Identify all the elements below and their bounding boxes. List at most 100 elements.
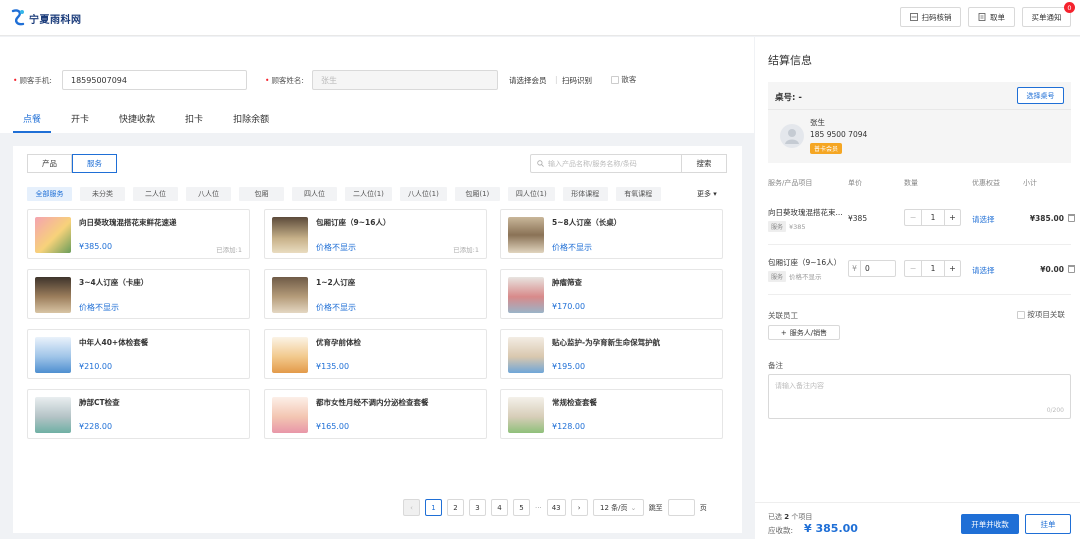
- product-price: ¥385.00: [79, 242, 113, 251]
- product-card[interactable]: 3~4人订座（卡座） 价格不显示: [27, 269, 250, 319]
- page-2[interactable]: 2: [447, 499, 464, 516]
- search-icon: [537, 160, 544, 167]
- page-4[interactable]: 4: [491, 499, 508, 516]
- quantity-value[interactable]: 1: [922, 210, 944, 225]
- note-textarea[interactable]: 请输入备注内容 0/200: [768, 374, 1071, 419]
- notify-count-badge: 0: [1064, 2, 1075, 13]
- name-input[interactable]: 张生: [312, 70, 498, 90]
- page-ellipsis[interactable]: ···: [535, 504, 542, 512]
- chip-8p[interactable]: 八人位: [186, 187, 231, 201]
- separator: |: [555, 75, 558, 84]
- brand-name: 宁夏雨科网: [29, 14, 82, 26]
- page-5[interactable]: 5: [513, 499, 530, 516]
- more-categories[interactable]: 更多 ▾: [697, 189, 717, 199]
- price-input[interactable]: ¥ 0: [848, 260, 896, 277]
- quantity-value[interactable]: 1: [922, 261, 944, 276]
- plus-button[interactable]: +: [944, 210, 960, 225]
- product-image: [35, 337, 71, 373]
- order-area: • 顾客手机: 18595007094 • 顾客姓名: 张生 请选择会员 | 扫码识…: [0, 37, 754, 539]
- seg-service[interactable]: 服务: [72, 154, 117, 173]
- scan-identify-link[interactable]: 扫码识别: [562, 75, 592, 86]
- chip-4p[interactable]: 四人位: [292, 187, 337, 201]
- catalog-search-input[interactable]: 输入产品名称/服务名称/条码: [530, 154, 682, 173]
- product-card[interactable]: 贴心监护-为孕育新生命保驾护航 ¥195.00: [500, 329, 723, 379]
- discount-select[interactable]: 请选择: [972, 214, 995, 225]
- minus-button[interactable]: −: [905, 261, 922, 276]
- type-segment: 产品 服务: [27, 154, 117, 173]
- product-card[interactable]: 5~8人订座（长桌） 价格不显示: [500, 209, 723, 259]
- chip-2p-1[interactable]: 二人位(1): [345, 187, 392, 201]
- quantity-stepper[interactable]: − 1 +: [904, 209, 961, 226]
- add-staff-button[interactable]: + 服务人/销售: [768, 325, 840, 340]
- added-count: 已添加:1: [453, 246, 479, 254]
- product-price: 价格不显示: [552, 243, 592, 252]
- line-item-name: 向日葵玫瑰混搭花束...: [768, 208, 843, 217]
- tab-open-card[interactable]: 开卡: [61, 111, 99, 133]
- chip-8p-1[interactable]: 八人位(1): [399, 187, 447, 201]
- submit-and-pay-button[interactable]: 开单并收款: [961, 514, 1019, 534]
- plus-button[interactable]: +: [944, 261, 960, 276]
- product-name: 1~2人订座: [316, 278, 356, 287]
- scan-verify-button[interactable]: 扫码核销: [900, 7, 961, 27]
- phone-input[interactable]: 18595007094: [62, 70, 247, 90]
- brand-logo[interactable]: 宁夏雨科网: [10, 8, 82, 28]
- catalog-panel: 产品 服务 输入产品名称/服务名称/条码 搜索 全部服务 未分类 二人位 八人位…: [0, 133, 754, 539]
- product-name: 肿瘤筛查: [552, 278, 582, 287]
- page-last[interactable]: 43: [546, 499, 566, 516]
- prev-page-button[interactable]: ‹: [403, 499, 420, 516]
- avatar: [780, 124, 804, 148]
- minus-button[interactable]: −: [905, 210, 922, 225]
- table-customer-box: 桌号: - 选择桌号 张生 185 9500 7094 普卡会员: [768, 82, 1071, 163]
- tab-deduct-balance[interactable]: 扣除余额: [223, 111, 279, 133]
- pickup-button[interactable]: 取单: [968, 7, 1015, 27]
- product-card[interactable]: 肺部CT检查 ¥228.00: [27, 389, 250, 439]
- notify-button[interactable]: 买单通知 0: [1022, 2, 1075, 27]
- product-card[interactable]: 肿瘤筛查 ¥170.00: [500, 269, 723, 319]
- product-card[interactable]: 包厢订座（9~16人） 价格不显示 已添加:1: [264, 209, 487, 259]
- product-name: 3~4人订座（卡座）: [79, 278, 149, 287]
- delete-icon[interactable]: [1068, 214, 1075, 222]
- quantity-stepper[interactable]: − 1 +: [904, 260, 961, 277]
- tab-quick-pay[interactable]: 快捷收款: [109, 111, 165, 133]
- chip-aerobic-course[interactable]: 有氧课程: [615, 187, 661, 201]
- tab-deduct-card[interactable]: 扣卡: [175, 111, 213, 133]
- discount-select[interactable]: 请选择: [972, 265, 995, 276]
- product-image: [272, 397, 308, 433]
- select-member-link[interactable]: 请选择会员: [509, 75, 547, 86]
- checkout-panel: 结算信息 桌号: - 选择桌号 张生 185 9500 7094 普卡会员 服务…: [755, 37, 1080, 539]
- product-image: [508, 397, 544, 433]
- page-3[interactable]: 3: [469, 499, 486, 516]
- chip-uncategorized[interactable]: 未分类: [80, 187, 125, 201]
- product-price: 价格不显示: [79, 303, 119, 312]
- product-card[interactable]: 常规检查套餐 ¥128.00: [500, 389, 723, 439]
- note-label: 备注: [768, 361, 783, 370]
- product-price: ¥228.00: [79, 422, 113, 431]
- name-label: • 顾客姓名:: [265, 76, 304, 85]
- product-card[interactable]: 优育孕前体检 ¥135.00: [264, 329, 487, 379]
- page-size-select[interactable]: 12 条/页 ⌄: [592, 499, 644, 516]
- chip-private-room[interactable]: 包厢: [239, 187, 284, 201]
- product-card[interactable]: 都市女性月经不调内分泌检查套餐 ¥165.00: [264, 389, 487, 439]
- next-page-button[interactable]: ›: [570, 499, 588, 516]
- goto-input[interactable]: [667, 499, 695, 516]
- seg-product[interactable]: 产品: [27, 154, 72, 173]
- chip-body-course[interactable]: 形体课程: [562, 187, 608, 201]
- product-card[interactable]: 1~2人订座 价格不显示: [264, 269, 487, 319]
- walk-in-checkbox[interactable]: 散客: [611, 74, 636, 85]
- delete-icon[interactable]: [1068, 265, 1075, 273]
- member-badge: 普卡会员: [810, 143, 843, 154]
- chip-4p-1[interactable]: 四人位(1): [507, 187, 555, 201]
- tab-order[interactable]: 点餐: [13, 111, 52, 133]
- hold-order-button[interactable]: 挂单: [1025, 514, 1071, 534]
- select-table-button[interactable]: 选择桌号: [1017, 87, 1064, 104]
- product-image: [508, 337, 544, 373]
- by-item-checkbox[interactable]: 按项目关联: [1017, 309, 1065, 320]
- search-button[interactable]: 搜索: [682, 154, 727, 173]
- chip-all[interactable]: 全部服务: [27, 187, 72, 201]
- page-1[interactable]: 1: [425, 499, 442, 516]
- chip-2p[interactable]: 二人位: [133, 187, 178, 201]
- checkout-title: 结算信息: [768, 54, 812, 67]
- product-card[interactable]: 中年人40+体检套餐 ¥210.00: [27, 329, 250, 379]
- product-card[interactable]: 向日葵玫瑰混搭花束鲜花速递 ¥385.00 已添加:1: [27, 209, 250, 259]
- chip-private-room-1[interactable]: 包厢(1): [454, 187, 500, 201]
